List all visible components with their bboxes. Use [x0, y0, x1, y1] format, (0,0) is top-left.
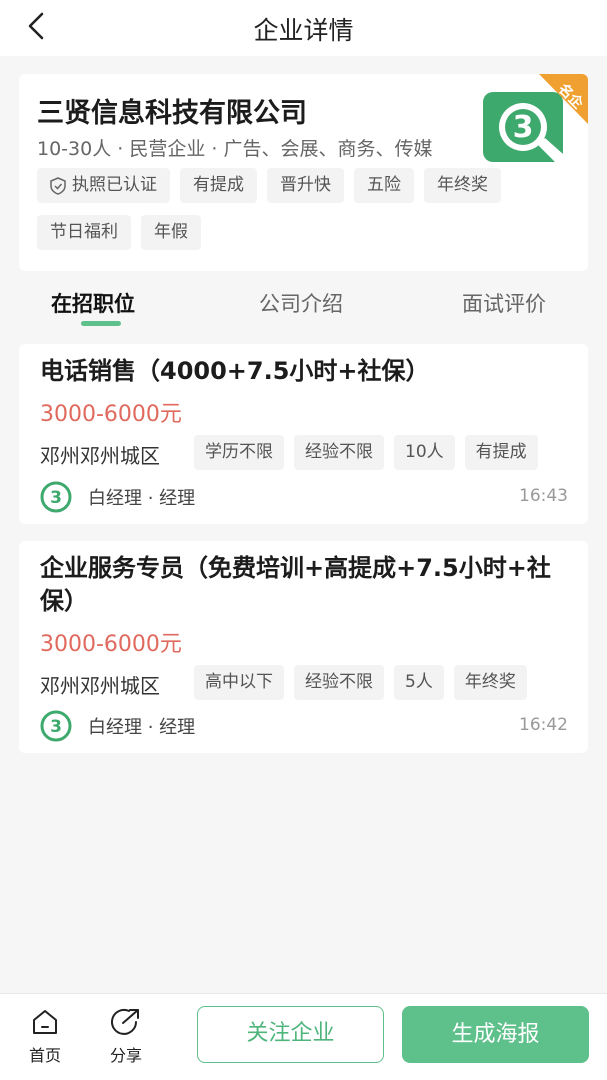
tab-open-positions[interactable]: 在招职位 — [51, 288, 135, 318]
company-tag: 有提成 — [180, 168, 257, 203]
company-tag: 执照已认证 — [37, 168, 170, 203]
company-meta: 10-30人 · 民营企业 · 广告、会展、商务、传媒 — [37, 138, 433, 160]
company-tag: 五险 — [354, 168, 414, 203]
company-tag: 节日福利 — [37, 215, 131, 250]
bottom-action-bar: 首页 分享 关注企业 生成海报 — [0, 993, 607, 1080]
share-label: 分享 — [109, 1046, 142, 1065]
svg-text:3: 3 — [513, 110, 534, 145]
job-tag: 经验不限 — [294, 435, 384, 470]
follow-company-button[interactable]: 关注企业 — [197, 1006, 384, 1063]
company-tags-row-2: 节日福利 年假 — [37, 215, 201, 250]
company-tag: 晋升快 — [267, 168, 344, 203]
job-tag: 高中以下 — [194, 665, 284, 700]
recruiter-name: 白经理 · 经理 — [88, 717, 196, 738]
recruiter-info: 3 白经理 · 经理 — [40, 710, 195, 742]
recruiter-name: 白经理 · 经理 — [88, 488, 196, 509]
svg-text:3: 3 — [50, 488, 62, 508]
home-button[interactable]: 首页 — [20, 1008, 70, 1066]
page-title: 企业详情 — [253, 16, 354, 45]
generate-poster-button[interactable]: 生成海报 — [402, 1006, 589, 1063]
job-tag: 经验不限 — [294, 665, 384, 700]
job-location: 邓州邓州城区 — [40, 444, 160, 468]
active-tab-indicator — [81, 321, 121, 326]
job-card[interactable]: 电话销售（4000+7.5小时+社保） 3000-6000元 邓州邓州城区 学历… — [19, 344, 588, 524]
shield-check-icon — [50, 176, 66, 195]
job-salary: 3000-6000元 — [40, 402, 182, 427]
tab-interview-reviews[interactable]: 面试评价 — [462, 288, 546, 318]
tab-bar: 在招职位 公司介绍 面试评价 — [0, 280, 607, 330]
job-tag: 有提成 — [464, 435, 538, 470]
job-tags: 学历不限 经验不限 10人 有提成 — [194, 435, 538, 470]
job-tag: 年终奖 — [453, 665, 527, 700]
job-time: 16:43 — [519, 486, 568, 506]
job-time: 16:42 — [519, 715, 568, 735]
share-icon — [111, 1008, 139, 1035]
company-tags-row-1: 执照已认证 有提成 晋升快 五险 年终奖 — [37, 168, 501, 203]
job-title: 企业服务专员（免费培训+高提成+7.5小时+社保） — [40, 554, 551, 615]
company-logo: 3 名企 — [481, 74, 588, 170]
company-card: 三贤信息科技有限公司 10-30人 · 民营企业 · 广告、会展、商务、传媒 3… — [19, 74, 588, 271]
recruiter-avatar-icon: 3 — [40, 481, 72, 513]
job-location: 邓州邓州城区 — [40, 674, 160, 698]
svg-text:3: 3 — [50, 717, 62, 737]
home-label: 首页 — [28, 1046, 61, 1065]
job-salary: 3000-6000元 — [40, 632, 182, 657]
recruiter-info: 3 白经理 · 经理 — [40, 481, 195, 513]
company-tag: 年终奖 — [424, 168, 501, 203]
tab-company-intro[interactable]: 公司介绍 — [259, 288, 343, 318]
share-button[interactable]: 分享 — [101, 1008, 151, 1066]
company-name: 三贤信息科技有限公司 — [37, 98, 307, 129]
home-icon — [33, 1010, 57, 1034]
job-tag: 10人 — [394, 435, 455, 470]
recruiter-avatar-icon: 3 — [40, 710, 72, 742]
job-tags: 高中以下 经验不限 5人 年终奖 — [194, 665, 527, 700]
job-title: 电话销售（4000+7.5小时+社保） — [40, 357, 430, 385]
job-tag: 5人 — [394, 665, 444, 700]
job-tag: 学历不限 — [194, 435, 284, 470]
company-tag: 年假 — [141, 215, 201, 250]
top-navbar: 企业详情 — [0, 0, 607, 56]
job-card[interactable]: 企业服务专员（免费培训+高提成+7.5小时+社保） 3000-6000元 邓州邓… — [19, 541, 588, 753]
